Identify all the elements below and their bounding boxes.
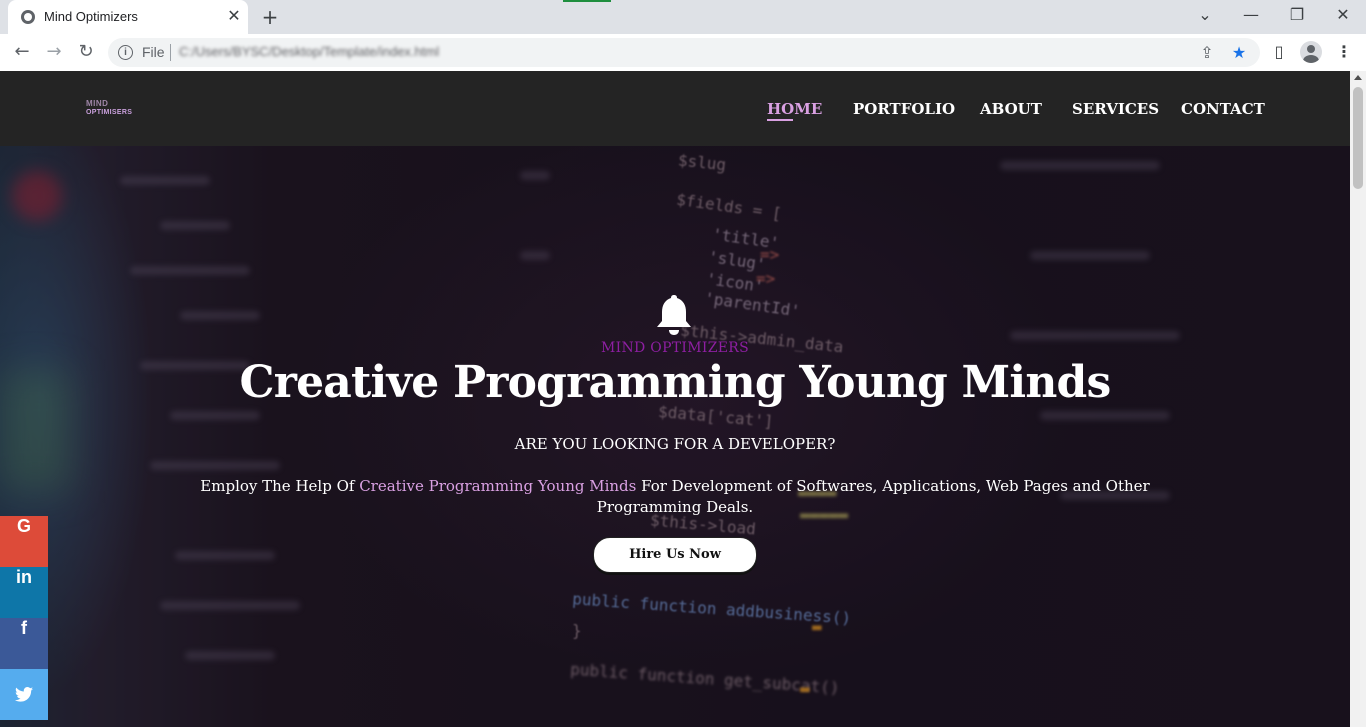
description-text: Employ The Help Of: [200, 477, 360, 495]
restore-button[interactable]: ❐: [1282, 4, 1312, 26]
nav-contact[interactable]: CONTACT: [1181, 100, 1265, 118]
hire-us-button[interactable]: Hire Us Now: [593, 537, 757, 573]
new-tab-button[interactable]: +: [258, 5, 282, 29]
tab-strip: Mind Optimizers ✕ + ⌄ — ❐ ✕: [0, 0, 1366, 34]
page-viewport: $slug $fields = [ 'title' 'slug' 'icon' …: [0, 71, 1350, 727]
bell-icon: [657, 295, 691, 335]
globe-icon: [21, 10, 35, 24]
twitter-share-button[interactable]: [0, 669, 48, 720]
scroll-up-arrow-icon[interactable]: [1354, 75, 1362, 80]
reload-button[interactable]: ↻: [73, 39, 99, 65]
close-window-button[interactable]: ✕: [1328, 4, 1358, 26]
back-button[interactable]: ←: [9, 39, 35, 65]
tab-title: Mind Optimizers: [44, 9, 138, 24]
nav-home[interactable]: HOME: [767, 100, 822, 118]
address-bar[interactable]: i File C:/Users/BYSC/Desktop/Template/in…: [108, 38, 1260, 67]
site-header: MIND OPTIMISERS HOME PORTFOLIO ABOUT SER…: [0, 71, 1350, 146]
description-text: For Development of Softwares, Applicatio…: [596, 477, 1150, 516]
nav-active-underline: [767, 119, 793, 121]
hero-description: Employ The Help Of Creative Programming …: [195, 476, 1155, 518]
scrollbar-thumb[interactable]: [1353, 87, 1363, 189]
bookmark-star-icon[interactable]: ★: [1229, 43, 1249, 63]
tab-close-icon[interactable]: ✕: [225, 7, 243, 25]
nav-about[interactable]: ABOUT: [980, 100, 1042, 118]
side-panel-icon[interactable]: ▯: [1268, 41, 1290, 63]
profile-avatar-icon[interactable]: [1300, 41, 1322, 63]
scheme-label: File: [142, 44, 165, 60]
omnibox-divider: [170, 44, 171, 61]
loading-indicator: [563, 0, 611, 2]
facebook-share-button[interactable]: f: [0, 618, 48, 669]
url-text[interactable]: C:/Users/BYSC/Desktop/Template/index.htm…: [179, 44, 439, 59]
page-scrollbar[interactable]: [1350, 71, 1366, 727]
hero-headline: Creative Programming Young Minds: [239, 357, 1112, 408]
forward-button[interactable]: →: [41, 39, 67, 65]
nav-services[interactable]: SERVICES: [1072, 100, 1159, 118]
site-logo-subtitle[interactable]: OPTIMISERS: [86, 109, 132, 116]
description-highlight: Creative Programming Young Minds: [359, 477, 637, 495]
twitter-bird-icon: [15, 687, 33, 702]
tab-search-icon[interactable]: ⌄: [1190, 4, 1220, 26]
browser-tab[interactable]: Mind Optimizers ✕: [8, 0, 248, 34]
info-icon[interactable]: i: [118, 45, 133, 60]
nav-portfolio[interactable]: PORTFOLIO: [853, 100, 955, 118]
hero-subheading: ARE YOU LOOKING FOR A DEVELOPER?: [514, 435, 836, 453]
minimize-button[interactable]: —: [1236, 4, 1266, 26]
share-icon[interactable]: ⇪: [1197, 43, 1217, 63]
site-logo[interactable]: MIND: [86, 99, 108, 108]
menu-icon[interactable]: ⋮: [1333, 41, 1355, 63]
browser-toolbar: ← → ↻ i File C:/Users/BYSC/Desktop/Templ…: [0, 34, 1366, 72]
hero-eyebrow: MIND OPTIMIZERS: [601, 340, 749, 356]
google-share-button[interactable]: G: [0, 516, 48, 567]
linkedin-share-button[interactable]: in: [0, 567, 48, 618]
